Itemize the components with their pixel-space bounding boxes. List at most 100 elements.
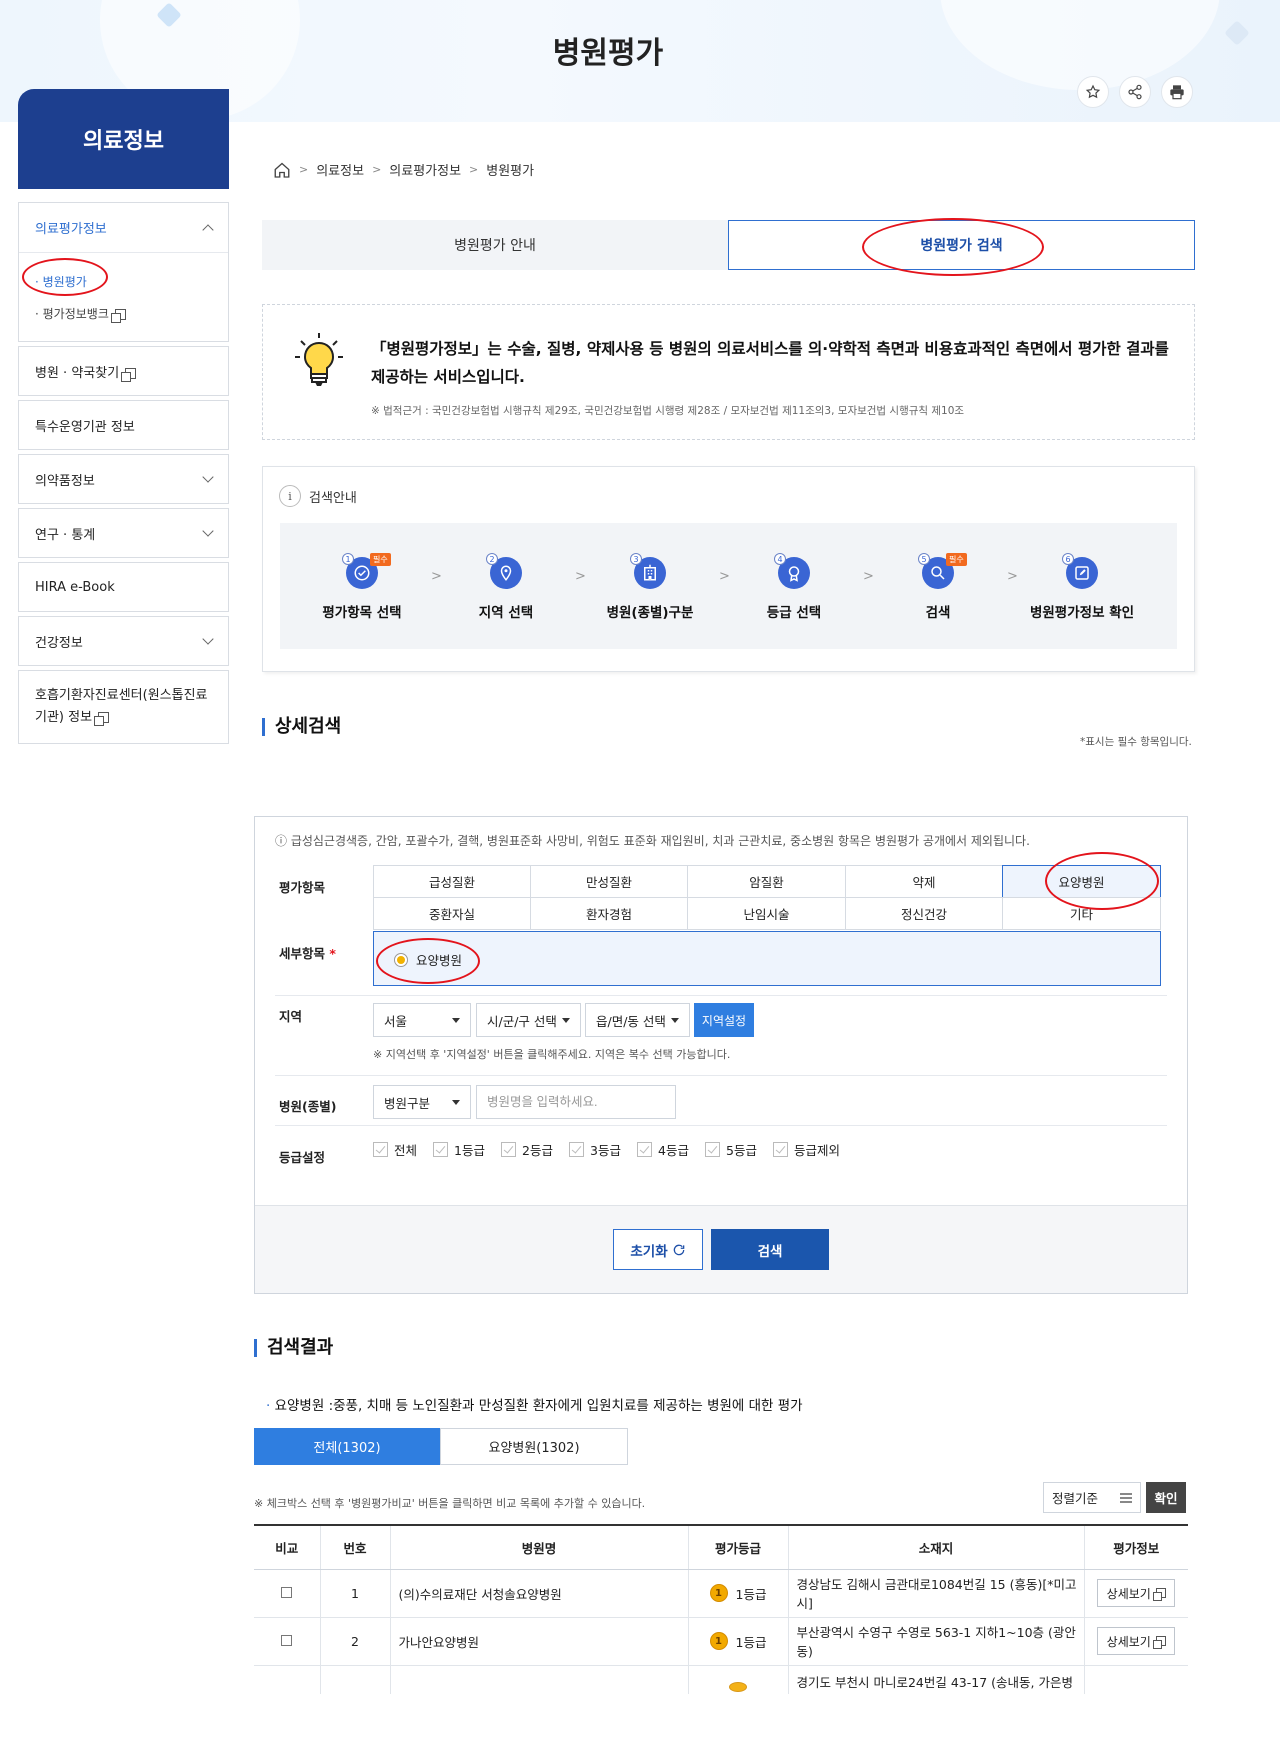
region-set-button[interactable]: 지역설정 bbox=[694, 1003, 754, 1037]
sidebar-subitem-eval-bank[interactable]: · 평가정보뱅크 bbox=[35, 305, 126, 323]
compare-checkbox[interactable] bbox=[281, 1586, 293, 1598]
column-header: 소재지 bbox=[787, 1524, 1084, 1570]
step-number: 4 bbox=[774, 553, 786, 565]
hospital-name[interactable]: (의)수의료재단 서청솔요양병원 bbox=[389, 1569, 688, 1618]
grade-setting-label: 등급설정 bbox=[279, 1150, 326, 1165]
eval-item-infertility[interactable]: 난임시술 bbox=[687, 897, 846, 930]
share-button[interactable] bbox=[1119, 76, 1151, 108]
refresh-icon bbox=[673, 1244, 684, 1255]
checkbox-label: 등급제외 bbox=[794, 1143, 841, 1158]
detail-view-button[interactable]: 상세보기 bbox=[1097, 1579, 1176, 1607]
select-value: 정렬기준 bbox=[1052, 1491, 1099, 1506]
sort-select[interactable]: 정렬기준 bbox=[1043, 1482, 1141, 1513]
row-number: 2 bbox=[319, 1617, 390, 1666]
search-guide-steps: 1 필수 평가항목 선택 > 2 지역 선택 > 3 병원(종별)구분 > 4 … bbox=[280, 523, 1177, 649]
sidebar-group-toggle[interactable]: 의료평가정보 bbox=[19, 203, 228, 253]
hospital-name-input[interactable] bbox=[476, 1085, 676, 1119]
step-label: 검색 bbox=[925, 605, 951, 621]
eval-item-label: 평가항목 bbox=[279, 880, 326, 895]
chevron-right-icon: > bbox=[299, 163, 309, 176]
eval-item-drug[interactable]: 약제 bbox=[845, 865, 1003, 898]
select-value: 시/군/구 선택 bbox=[487, 1013, 557, 1029]
print-button[interactable] bbox=[1161, 76, 1193, 108]
new-window-icon bbox=[121, 367, 137, 382]
guide-step-2: 2 지역 선택 bbox=[434, 523, 578, 649]
sidebar-item-research-stats[interactable]: 연구 · 통계 bbox=[18, 508, 229, 558]
share-icon bbox=[1128, 84, 1142, 100]
sidebar-item-hospital-search[interactable]: 병원 · 약국찾기 bbox=[18, 346, 229, 396]
grade-checkbox-1[interactable]: 1등급 bbox=[433, 1140, 485, 1159]
detail-view-button[interactable]: 상세보기 bbox=[1097, 1627, 1176, 1655]
grade-checkbox-excluded[interactable]: 등급제외 bbox=[773, 1140, 840, 1159]
eval-item-cancer[interactable]: 암질환 bbox=[687, 865, 846, 898]
eval-item-mental-health[interactable]: 정신건강 bbox=[845, 897, 1003, 930]
info-icon: i bbox=[279, 485, 301, 507]
eval-item-patient-experience[interactable]: 환자경험 bbox=[530, 897, 688, 930]
checkbox-icon bbox=[569, 1142, 584, 1157]
sidebar-item-special-institution[interactable]: 특수운영기관 정보 bbox=[18, 400, 229, 450]
decor-hexagon bbox=[1224, 20, 1250, 46]
detail-item-box: 요양병원 bbox=[373, 931, 1161, 986]
grade-checkbox-5[interactable]: 5등급 bbox=[705, 1140, 757, 1159]
print-icon bbox=[1170, 85, 1184, 100]
grade-checkbox-3[interactable]: 3등급 bbox=[569, 1140, 621, 1159]
region-town-select[interactable]: 읍/면/동 선택 bbox=[585, 1003, 690, 1037]
column-header: 평가정보 bbox=[1083, 1524, 1188, 1570]
step-label: 평가항목 선택 bbox=[322, 605, 402, 621]
region-district-select[interactable]: 시/군/구 선택 bbox=[476, 1003, 581, 1037]
eval-item-icu[interactable]: 중환자실 bbox=[373, 897, 531, 930]
sort-confirm-button[interactable]: 확인 bbox=[1146, 1482, 1186, 1513]
eval-item-chronic[interactable]: 만성질환 bbox=[530, 865, 688, 898]
sidebar-item-label: HIRA e-Book bbox=[35, 579, 115, 595]
grade-checkbox-4[interactable]: 4등급 bbox=[637, 1140, 689, 1159]
breadcrumb-item[interactable]: 의료정보 bbox=[316, 160, 364, 179]
grade-text: 1등급 bbox=[735, 1634, 767, 1650]
checkbox-icon bbox=[773, 1142, 788, 1157]
home-icon[interactable] bbox=[273, 161, 291, 178]
grade-checkbox-2[interactable]: 2등급 bbox=[501, 1140, 553, 1159]
compare-checkbox[interactable] bbox=[281, 1634, 293, 1646]
region-city-select[interactable]: 서울 bbox=[373, 1003, 471, 1037]
eval-item-acute[interactable]: 급성질환 bbox=[373, 865, 531, 898]
checkbox-label: 3등급 bbox=[590, 1143, 621, 1158]
sidebar-item-label: 의약품정보 bbox=[35, 473, 95, 489]
tab-hospital-eval-guide[interactable]: 병원평가 안내 bbox=[262, 220, 728, 270]
step-number: 3 bbox=[630, 553, 642, 565]
reset-button[interactable]: 초기화 bbox=[613, 1229, 703, 1270]
tab-results-nursing[interactable]: 요양병원(1302) bbox=[440, 1428, 628, 1465]
sidebar-item-ebook[interactable]: HIRA e-Book bbox=[18, 562, 229, 612]
step-label: 등급 선택 bbox=[766, 605, 822, 621]
table-row: 2 가나안요양병원 1 1등급 부산광역시 수영구 수영로 563-1 지하1~1… bbox=[254, 1617, 1188, 1666]
sidebar-item-drug-info[interactable]: 의약품정보 bbox=[18, 454, 229, 504]
medal-icon bbox=[729, 1682, 747, 1692]
exclusion-notice: ⓘ 급성심근경색증, 간암, 포괄수가, 결핵, 병원표준화 사망비, 위험도 … bbox=[275, 834, 1030, 848]
step-number: 5 bbox=[918, 553, 930, 565]
sidebar-item-respiratory-center[interactable]: 호흡기환자진료센터(원스톱진료기관) 정보 bbox=[18, 670, 229, 744]
checkbox-label: 1등급 bbox=[454, 1143, 485, 1158]
sidebar-item-health-info[interactable]: 건강정보 bbox=[18, 616, 229, 666]
page-bottom-mask bbox=[0, 1694, 1280, 1752]
tab-results-all[interactable]: 전체(1302) bbox=[254, 1428, 440, 1465]
divider bbox=[275, 995, 1167, 996]
breadcrumb-item[interactable]: 의료평가정보 bbox=[389, 160, 461, 179]
bookmark-button[interactable] bbox=[1077, 76, 1109, 108]
bullet-icon: · bbox=[35, 307, 43, 321]
grade-cell: 1 1등급 bbox=[709, 1632, 767, 1651]
required-tag: 필수 bbox=[946, 553, 967, 566]
guide-step-1: 1 필수 평가항목 선택 bbox=[290, 523, 434, 649]
hospital-name[interactable]: 가나안요양병원 bbox=[389, 1617, 688, 1666]
checkbox-icon bbox=[637, 1142, 652, 1157]
chevron-right-icon: > bbox=[372, 163, 382, 176]
bullet-icon: · bbox=[266, 1398, 275, 1414]
guide-step-6: 6 병원평가정보 확인 bbox=[1010, 523, 1154, 649]
column-header: 번호 bbox=[319, 1524, 390, 1570]
search-button[interactable]: 검색 bbox=[711, 1229, 829, 1270]
step-number: 6 bbox=[1062, 553, 1074, 565]
dropdown-arrow-icon bbox=[452, 1099, 460, 1105]
grade-checkbox-all[interactable]: 전체 bbox=[373, 1140, 417, 1159]
new-window-icon bbox=[1152, 1636, 1166, 1649]
reset-button-label: 초기화 bbox=[630, 1243, 668, 1260]
hospital-type-select[interactable]: 병원구분 bbox=[373, 1085, 471, 1119]
checkbox-label: 4등급 bbox=[658, 1143, 689, 1158]
grade-text: 1등급 bbox=[735, 1586, 767, 1602]
